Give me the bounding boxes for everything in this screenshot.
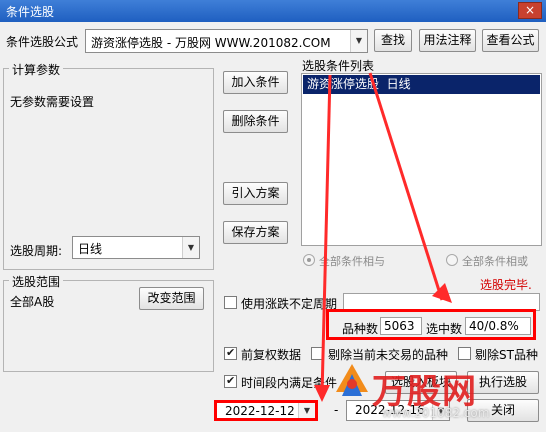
- arrow-to-stats: [368, 72, 444, 301]
- watermark-logo-icon: [332, 362, 372, 402]
- arrow-head-date: [314, 385, 330, 402]
- arrow-to-date: [320, 74, 332, 396]
- watermark-url: www.201082.com: [382, 406, 490, 420]
